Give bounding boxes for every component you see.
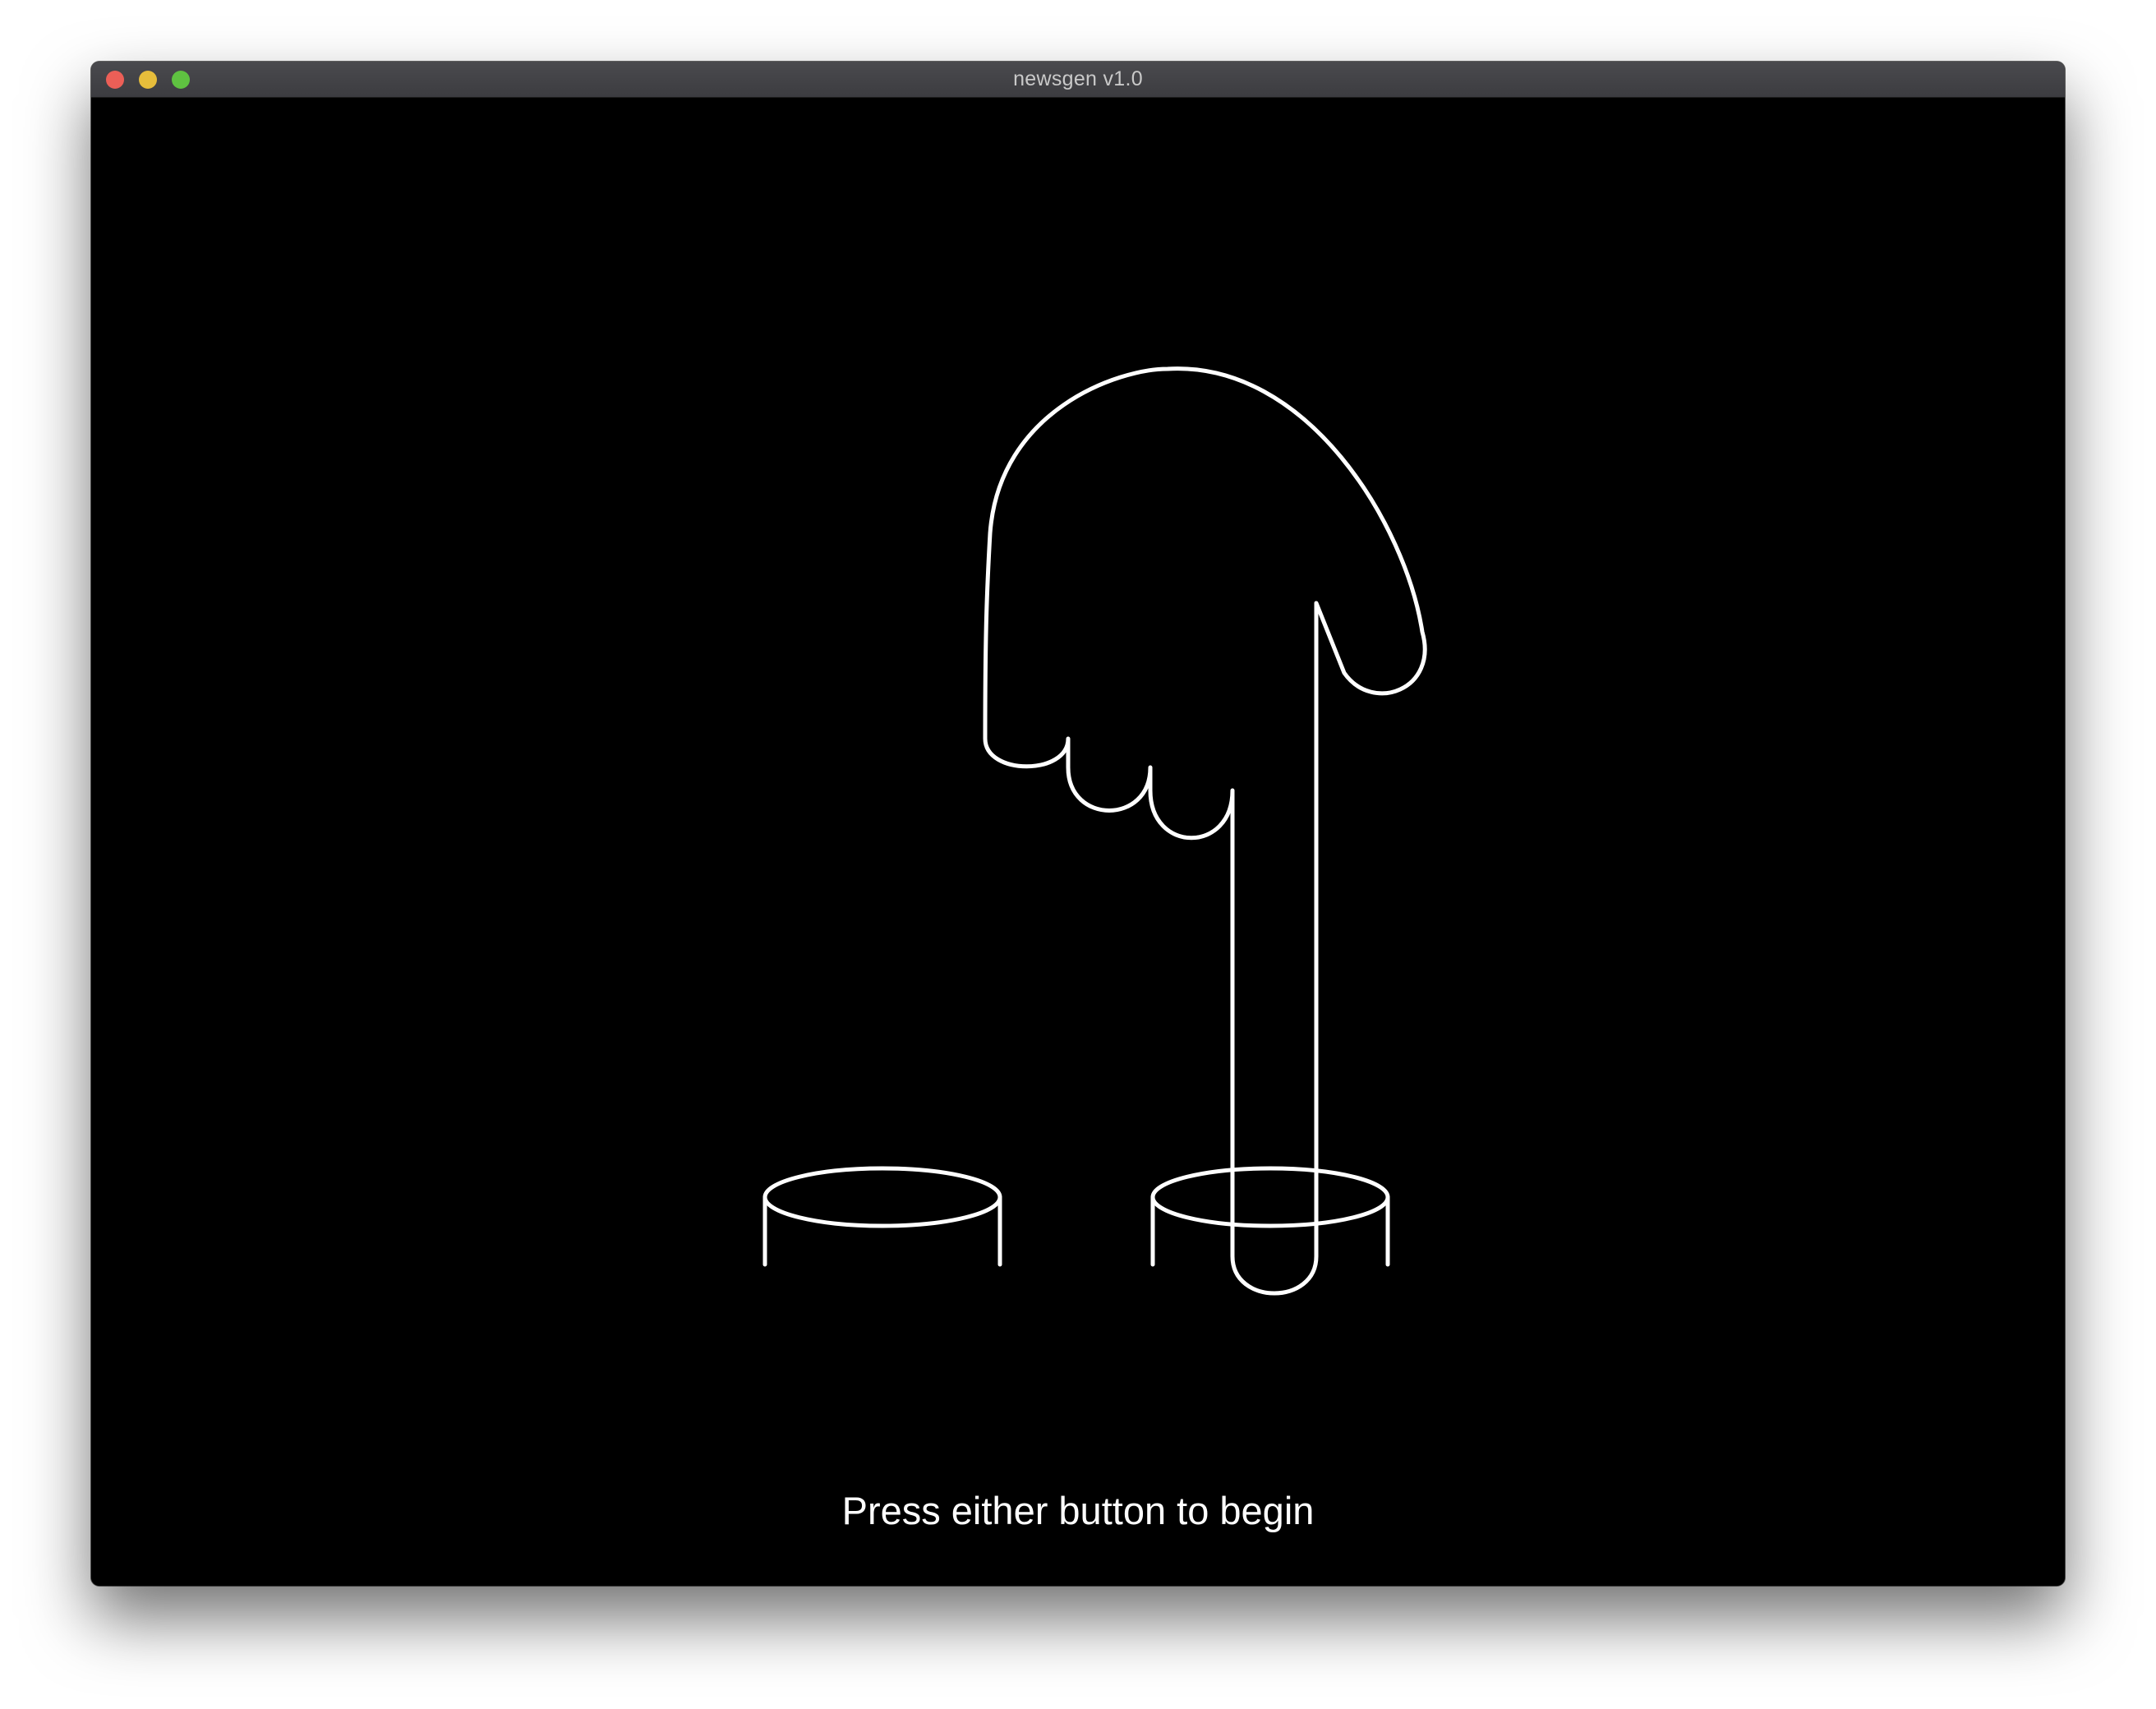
right-push-button-icon[interactable] [1150, 1166, 1390, 1267]
title-bar[interactable]: newsgen v1.0 [91, 62, 2065, 98]
instruction-illustration [762, 366, 1427, 1296]
window-title: newsgen v1.0 [1013, 67, 1143, 90]
main-content: Press either button to begin [91, 98, 2065, 1586]
left-push-button-icon[interactable] [762, 1166, 1002, 1267]
pointing-down-hand-icon [983, 366, 1427, 1296]
instruction-text: Press either button to begin [841, 1489, 1315, 1532]
app-window: newsgen v1.0 Press either button to begi… [91, 62, 2065, 1586]
